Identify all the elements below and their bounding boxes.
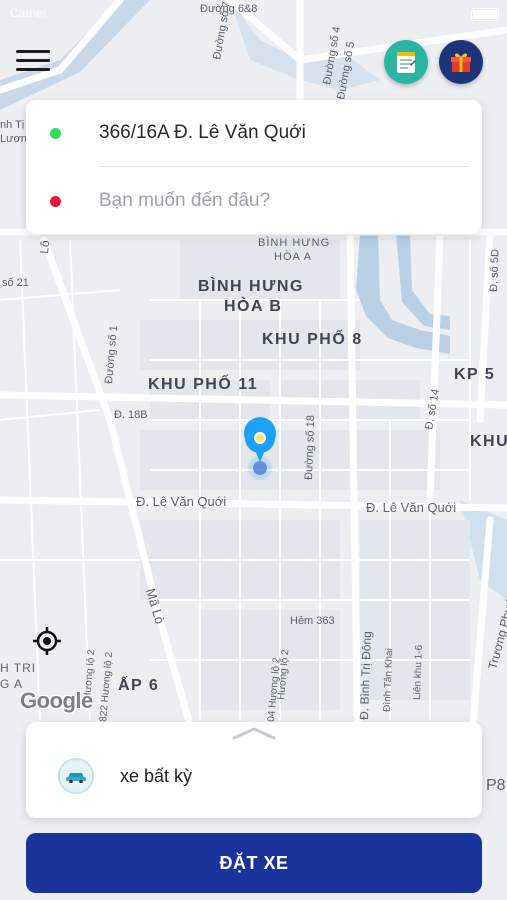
pickup-field[interactable]: 366/16A Đ. Lê Văn Quới xyxy=(26,100,482,166)
hamburger-icon xyxy=(16,50,50,53)
google-logo: Google xyxy=(20,688,93,713)
gift-icon xyxy=(451,53,471,72)
street-label: Lô xyxy=(37,239,52,254)
expand-handle[interactable] xyxy=(232,726,276,745)
carrier-label: Carrier xyxy=(10,6,47,20)
trip-history-button[interactable] xyxy=(384,40,428,84)
area-label: H TRI xyxy=(0,661,36,675)
street-label: Hẻm 363 xyxy=(290,615,335,627)
area-label: KHU PHỐ 8 xyxy=(262,328,363,348)
my-location-button[interactable] xyxy=(32,626,62,656)
street-label: Liên khu 1-6 xyxy=(412,644,425,700)
area-label: KP 5 xyxy=(454,366,495,383)
area-label: ẤP 6 xyxy=(118,675,159,694)
menu-button[interactable] xyxy=(16,48,52,76)
promotions-button[interactable] xyxy=(439,40,483,84)
area-label: Lươn xyxy=(0,133,27,145)
vehicle-label: xe bất kỳ xyxy=(120,765,193,786)
crosshair-icon xyxy=(33,627,61,655)
car-icon xyxy=(58,758,94,794)
street-label: Đường số 18 xyxy=(303,415,317,480)
area-label: HÒA A xyxy=(274,250,312,263)
destination-placeholder: Bạn muốn đến đâu? xyxy=(99,190,271,211)
area-label: KHU PHỐ 11 xyxy=(148,373,258,393)
area-label: HÒA B xyxy=(224,296,282,315)
street-label: Đ. 18B xyxy=(114,409,148,421)
street-label: số 21 xyxy=(2,277,29,289)
area-label: KHU xyxy=(470,433,507,450)
area-label: BÌNH HƯNG xyxy=(258,236,330,249)
pickup-address: 366/16A Đ. Lê Văn Quới xyxy=(99,122,306,143)
destination-dot-icon xyxy=(50,195,61,207)
area-label: nh Tị xyxy=(0,119,24,131)
street-label: P8 xyxy=(486,777,506,794)
street-label: Đ. Lê Văn Quới xyxy=(136,494,226,509)
route-card: 366/16A Đ. Lê Văn Quới Bạn muốn đến đâu? xyxy=(26,100,482,234)
street-label: Đình Tân Khai xyxy=(382,648,395,712)
vehicle-card: xe bất kỳ xyxy=(26,722,482,818)
vehicle-option[interactable]: xe bất kỳ xyxy=(26,748,482,804)
battery-icon xyxy=(471,8,499,21)
divider xyxy=(98,166,470,167)
notepad-icon xyxy=(397,52,416,73)
chevron-up-icon xyxy=(232,727,276,740)
book-ride-button[interactable]: ĐẶT XE xyxy=(26,833,482,893)
street-label: Đ. số 5D xyxy=(488,249,501,292)
street-label: Đ. Lê Văn Quới xyxy=(366,500,456,515)
status-bar: Carrier xyxy=(8,4,499,22)
pickup-dot-icon xyxy=(50,127,61,139)
area-label: BÌNH HƯNG xyxy=(198,276,304,295)
destination-field[interactable]: Bạn muốn đến đâu? xyxy=(26,168,482,234)
